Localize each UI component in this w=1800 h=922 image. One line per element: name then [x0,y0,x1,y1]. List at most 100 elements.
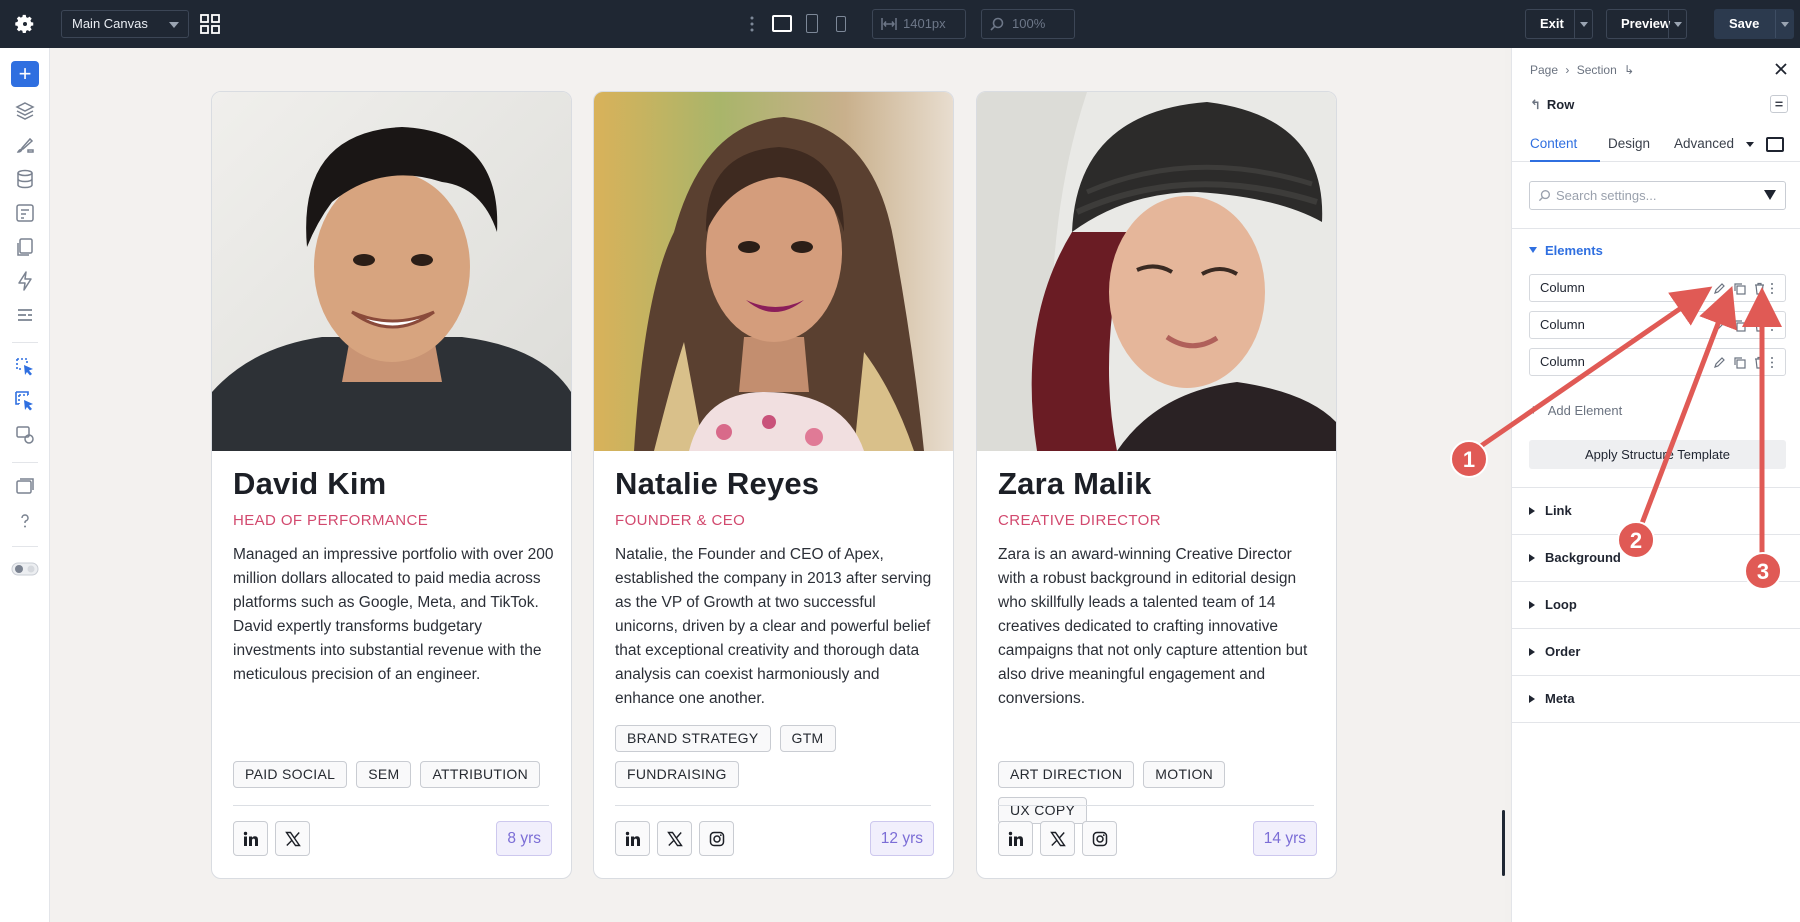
panel-title: ↰ Row [1530,97,1574,113]
settings-gear-icon[interactable] [14,13,36,35]
exit-dropdown-toggle[interactable] [1574,10,1592,38]
instagram-icon[interactable] [1082,821,1117,856]
caret-right-icon [1529,554,1535,562]
rail-divider [12,546,38,547]
linkedin-icon[interactable] [233,821,268,856]
element-row-column[interactable]: Column [1529,274,1786,302]
more-vertical-icon[interactable] [1769,282,1775,295]
profile-photo [977,92,1336,451]
accordion-loop[interactable]: Loop [1529,597,1577,612]
element-actions [1713,319,1779,332]
more-vertical-icon[interactable] [748,14,756,34]
element-row-column[interactable]: Column [1529,311,1786,339]
brush-icon[interactable] [14,134,36,156]
element-label: Column [1540,354,1585,369]
add-element-button[interactable]: + [11,61,39,87]
x-icon[interactable] [1040,821,1075,856]
skill-tag: UX COPY [998,797,1088,824]
add-element-link[interactable]: + Add Element [1529,402,1622,419]
accordion-order[interactable]: Order [1529,644,1580,659]
tab-design[interactable]: Design [1608,136,1650,151]
x-icon[interactable] [275,821,310,856]
save-label: Save [1729,16,1760,31]
trash-icon[interactable] [1753,356,1766,369]
tablet-view-icon[interactable] [806,14,818,33]
window-icon[interactable] [14,476,36,498]
zoom-field[interactable]: 100% [981,9,1075,39]
linkedin-icon[interactable] [998,821,1033,856]
elements-header-label: Elements [1545,243,1603,258]
preview-button[interactable]: Preview [1606,9,1687,39]
panel-options-icon[interactable] [1770,95,1788,113]
edit-pencil-icon[interactable] [1713,356,1726,369]
cursor-multi-icon[interactable] [14,390,36,412]
desktop-view-icon[interactable] [772,15,792,32]
component-icon[interactable] [14,424,36,446]
linkedin-icon[interactable] [615,821,650,856]
accordion-background[interactable]: Background [1529,550,1621,565]
canvas-select[interactable]: Main Canvas [61,10,189,38]
filter-icon[interactable] [1764,190,1776,200]
database-icon[interactable] [14,168,36,190]
plus-icon: + [1529,402,1538,419]
more-vertical-icon[interactable] [1769,319,1775,332]
canvas-scrollbar[interactable] [1502,810,1505,876]
section-divider [1512,534,1800,535]
elements-section-header[interactable]: Elements [1529,243,1603,258]
grid-view-icon[interactable] [200,14,220,34]
trash-icon[interactable] [1753,319,1766,332]
cursor-select-icon[interactable] [14,356,36,378]
tabs-more-chevron-icon[interactable] [1746,142,1754,147]
element-actions [1713,356,1779,369]
instagram-icon[interactable] [699,821,734,856]
accordion-label: Background [1545,550,1621,565]
add-element-label: Add Element [1547,403,1623,418]
more-vertical-icon[interactable] [1769,356,1775,369]
edit-pencil-icon[interactable] [1713,319,1726,332]
save-dropdown-toggle[interactable] [1775,10,1793,38]
edit-pencil-icon[interactable] [1713,282,1726,295]
responsive-box-icon[interactable] [1766,137,1784,152]
accordion-meta[interactable]: Meta [1529,691,1575,706]
save-button[interactable]: Save [1714,9,1794,39]
canvas-select-value: Main Canvas [72,16,148,31]
breadcrumb-page[interactable]: Page [1530,63,1558,77]
help-icon[interactable] [14,510,36,532]
breadcrumb-section[interactable]: Section [1577,63,1617,77]
layers-icon[interactable] [14,100,36,122]
tab-content[interactable]: Content [1530,136,1577,151]
phone-view-icon[interactable] [836,16,846,32]
duplicate-icon[interactable] [1733,356,1746,369]
bolt-icon[interactable] [14,270,36,292]
left-toolbar: + [0,48,50,922]
element-actions [1713,282,1779,295]
exit-button[interactable]: Exit [1525,9,1593,39]
x-icon[interactable] [657,821,692,856]
trash-icon[interactable] [1753,282,1766,295]
breadcrumb: Page › Section ↳ [1530,63,1638,77]
skill-tag: ART DIRECTION [998,761,1135,788]
theme-toggle-icon[interactable] [11,558,39,580]
list-icon[interactable] [14,304,36,326]
settings-search-input[interactable]: Search settings... [1529,181,1786,210]
canvas-width-field[interactable]: 1401px [872,9,966,39]
apply-structure-template-button[interactable]: Apply Structure Template [1529,440,1786,469]
duplicate-icon[interactable] [1733,282,1746,295]
team-card[interactable]: Zara Malik CREATIVE DIRECTOR Zara is an … [976,91,1337,879]
pages-icon[interactable] [14,236,36,258]
tab-advanced[interactable]: Advanced [1674,136,1734,151]
accordion-link[interactable]: Link [1529,503,1572,518]
skill-tag: BRAND STRATEGY [615,725,771,752]
rail-divider [12,462,38,463]
search-icon [1538,189,1551,202]
team-card[interactable]: David Kim HEAD OF PERFORMANCE Managed an… [211,91,572,879]
duplicate-icon[interactable] [1733,319,1746,332]
team-card[interactable]: Natalie Reyes FOUNDER & CEO Natalie, the… [593,91,954,879]
element-label: Column [1540,280,1585,295]
form-icon[interactable] [14,202,36,224]
preview-dropdown-toggle[interactable] [1668,10,1686,38]
width-arrows-icon [881,18,897,30]
close-icon[interactable] [1772,60,1790,78]
back-arrow-icon[interactable]: ↰ [1530,97,1541,112]
element-row-column[interactable]: Column [1529,348,1786,376]
